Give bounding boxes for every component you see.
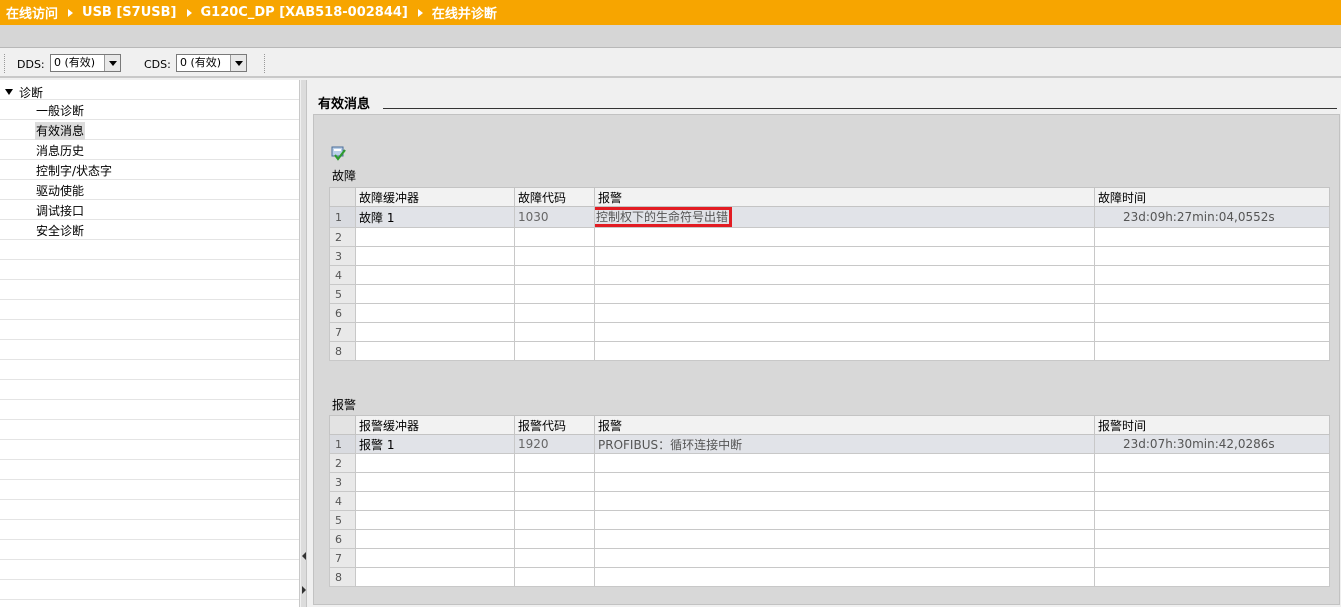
row-number: 8 <box>329 567 356 587</box>
table-row[interactable]: 8 <box>329 567 1330 587</box>
row-number: 8 <box>329 341 356 361</box>
table-row[interactable]: 4 <box>329 265 1330 285</box>
dds-select-value: 0 (有效) <box>54 56 96 69</box>
row-number: 1 <box>329 206 356 228</box>
breadcrumb: 在线访问 USB [S7USB] G120C_DP [XAB518-002844… <box>0 0 1341 25</box>
title-divider <box>383 108 1337 109</box>
row-number: 4 <box>329 265 356 285</box>
collapse-left-icon[interactable] <box>302 552 306 560</box>
faults-label: 故障 <box>332 169 357 183</box>
fault-message-cell: 控制权下的生命符号出错 <box>594 206 1095 228</box>
dds-label: DDS: <box>17 58 45 71</box>
sidebar-item-drive-enable[interactable]: 驱动使能 <box>35 182 85 200</box>
column-header-fault-code[interactable]: 故障代码 <box>514 187 595 207</box>
editor-header-bar <box>0 25 1341 48</box>
column-header-fault-time[interactable]: 故障时间 <box>1094 187 1330 207</box>
panel-splitter[interactable] <box>301 80 307 607</box>
column-header-alarm-time[interactable]: 报警时间 <box>1094 415 1330 435</box>
row-number: 2 <box>329 227 356 247</box>
breadcrumb-separator-icon <box>186 8 192 17</box>
column-header-alarm-code[interactable]: 报警代码 <box>514 415 595 435</box>
table-row[interactable]: 3 <box>329 246 1330 266</box>
breadcrumb-item-online-access[interactable]: 在线访问 <box>6 3 58 22</box>
row-number: 6 <box>329 303 356 323</box>
row-number: 3 <box>329 472 356 492</box>
expand-triangle-icon[interactable] <box>5 89 13 95</box>
alarm-buffer-cell: 报警 1 <box>355 434 515 454</box>
sidebar-item-message-history[interactable]: 消息历史 <box>35 142 85 160</box>
table-corner[interactable] <box>329 415 356 435</box>
alarm-message-cell: PROFIBUS：循环连接中断 <box>594 434 1095 454</box>
fault-buffer-cell: 故障 1 <box>355 206 515 228</box>
toolbar-divider <box>264 54 265 73</box>
tree-root-diagnostics[interactable]: 诊断 <box>5 83 43 101</box>
acknowledge-icon[interactable] <box>330 145 346 161</box>
row-number: 2 <box>329 453 356 473</box>
toolbar-grip[interactable] <box>4 54 6 73</box>
breadcrumb-separator-icon <box>68 8 74 17</box>
toolbar: DDS: 0 (有效) CDS: 0 (有效) <box>0 49 1341 78</box>
row-number: 4 <box>329 491 356 511</box>
chevron-down-icon[interactable] <box>230 55 246 71</box>
main-content: 有效消息 故障 故障缓冲器 故障代码 报警 故障时间 1 故障 1 1030 控… <box>308 80 1341 607</box>
breadcrumb-item-online-diagnostics[interactable]: 在线并诊断 <box>432 3 497 22</box>
table-row[interactable]: 8 <box>329 341 1330 361</box>
chevron-down-icon[interactable] <box>104 55 120 71</box>
sidebar-item-safety-diagnostics[interactable]: 安全诊断 <box>35 222 85 240</box>
table-row[interactable]: 2 <box>329 227 1330 247</box>
alarms-table-header: 报警缓冲器 报警代码 报警 报警时间 <box>329 415 1330 435</box>
table-row[interactable]: 5 <box>329 510 1330 530</box>
sidebar-item-active-messages[interactable]: 有效消息 <box>35 122 86 140</box>
table-row[interactable]: 7 <box>329 322 1330 342</box>
row-number: 1 <box>329 434 356 454</box>
breadcrumb-item-usb[interactable]: USB [S7USB] <box>82 5 176 20</box>
row-number: 6 <box>329 529 356 549</box>
cds-select[interactable]: 0 (有效) <box>176 54 247 72</box>
messages-panel: 故障 故障缓冲器 故障代码 报警 故障时间 1 故障 1 1030 控制权下的生… <box>313 114 1340 605</box>
table-row[interactable]: 5 <box>329 284 1330 304</box>
faults-table-header: 故障缓冲器 故障代码 报警 故障时间 <box>329 187 1330 207</box>
sidebar-item-commissioning-interface[interactable]: 调试接口 <box>35 202 85 220</box>
breadcrumb-item-device[interactable]: G120C_DP [XAB518-002844] <box>201 5 408 20</box>
table-row[interactable]: 1 故障 1 1030 控制权下的生命符号出错 23d:09h:27min:04… <box>329 206 1330 228</box>
table-row[interactable]: 3 <box>329 472 1330 492</box>
sidebar-item-control-status-word[interactable]: 控制字/状态字 <box>35 162 113 180</box>
row-number: 5 <box>329 510 356 530</box>
row-number: 5 <box>329 284 356 304</box>
table-row[interactable]: 2 <box>329 453 1330 473</box>
alarms-table: 报警缓冲器 报警代码 报警 报警时间 1 报警 1 1920 PROFIBUS：… <box>329 415 1330 587</box>
table-row[interactable]: 1 报警 1 1920 PROFIBUS：循环连接中断 23d:07h:30mi… <box>329 434 1330 454</box>
table-row[interactable]: 6 <box>329 529 1330 549</box>
page-title: 有效消息 <box>318 97 371 112</box>
sidebar-item-general-diagnostics[interactable]: 一般诊断 <box>35 102 85 120</box>
table-row[interactable]: 7 <box>329 548 1330 568</box>
tree-root-label: 诊断 <box>19 85 44 100</box>
cds-label: CDS: <box>144 58 171 71</box>
alarms-label: 报警 <box>332 398 357 412</box>
highlighted-fault-message: 控制权下的生命符号出错 <box>595 207 733 227</box>
column-header-alarm[interactable]: 报警 <box>594 415 1095 435</box>
dds-select[interactable]: 0 (有效) <box>50 54 121 72</box>
column-header-alarm[interactable]: 报警 <box>594 187 1095 207</box>
table-row[interactable]: 4 <box>329 491 1330 511</box>
row-number: 7 <box>329 322 356 342</box>
breadcrumb-separator-icon <box>417 8 423 17</box>
expand-right-icon[interactable] <box>302 586 306 594</box>
row-number: 7 <box>329 548 356 568</box>
fault-code-cell: 1030 <box>514 206 595 228</box>
faults-table: 故障缓冲器 故障代码 报警 故障时间 1 故障 1 1030 控制权下的生命符号… <box>329 187 1330 361</box>
column-header-fault-buffer[interactable]: 故障缓冲器 <box>355 187 515 207</box>
row-number: 3 <box>329 246 356 266</box>
alarm-time-cell: 23d:07h:30min:42,0286s <box>1094 434 1330 454</box>
column-header-alarm-buffer[interactable]: 报警缓冲器 <box>355 415 515 435</box>
table-row[interactable]: 6 <box>329 303 1330 323</box>
diagnostics-navigation-tree: 诊断 一般诊断 有效消息 消息历史 控制字/状态字 驱动使能 调试接口 安全诊断 <box>0 80 300 607</box>
alarm-code-cell: 1920 <box>514 434 595 454</box>
cds-select-value: 0 (有效) <box>180 56 222 69</box>
fault-time-cell: 23d:09h:27min:04,0552s <box>1094 206 1330 228</box>
table-corner[interactable] <box>329 187 356 207</box>
